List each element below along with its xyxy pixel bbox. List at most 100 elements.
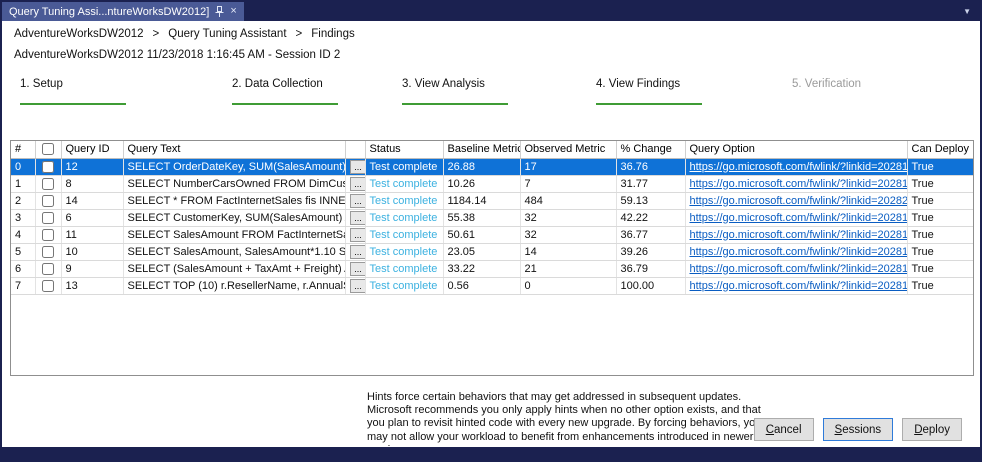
qta-window: Query Tuning Assi...ntureWorksDW2012] × … bbox=[0, 0, 982, 462]
query-id-cell: 10 bbox=[61, 243, 123, 260]
query-text-expand-cell: ... bbox=[345, 209, 365, 226]
wizard-step: 5. Verification bbox=[792, 78, 861, 90]
expand-query-button[interactable]: ... bbox=[350, 279, 366, 293]
query-text-expand-cell: ... bbox=[345, 192, 365, 209]
column-header-status[interactable]: Status bbox=[365, 141, 443, 158]
query-option-link[interactable]: https://go.microsoft.com/fwlink/?linkid=… bbox=[690, 212, 908, 224]
column-header-1[interactable] bbox=[35, 141, 61, 158]
status-cell: Test complete bbox=[365, 243, 443, 260]
row-checkbox[interactable] bbox=[42, 246, 54, 258]
document-tab[interactable]: Query Tuning Assi...ntureWorksDW2012] × bbox=[2, 2, 244, 21]
wizard-step: 2. Data Collection bbox=[232, 78, 338, 105]
row-checkbox[interactable] bbox=[42, 178, 54, 190]
query-option-link[interactable]: https://go.microsoft.com/fwlink/?linkid=… bbox=[690, 246, 908, 258]
query-option-cell: https://go.microsoft.com/fwlink/?linkid=… bbox=[685, 260, 907, 277]
row-checkbox-cell bbox=[35, 277, 61, 294]
table-row[interactable]: 36SELECT CustomerKey, SUM(SalesAmount) A… bbox=[11, 209, 973, 226]
status-cell: Test complete bbox=[365, 175, 443, 192]
query-text-cell: SELECT (SalesAmount + TaxAmt + Freight) … bbox=[123, 260, 345, 277]
row-checkbox[interactable] bbox=[42, 195, 54, 207]
table-row[interactable]: 411SELECT SalesAmount FROM FactInternetS… bbox=[11, 226, 973, 243]
can-deploy-cell: True bbox=[907, 192, 973, 209]
query-option-cell: https://go.microsoft.com/fwlink/?linkid=… bbox=[685, 209, 907, 226]
pin-icon[interactable] bbox=[215, 6, 224, 17]
observed-metric-cell: 484 bbox=[520, 192, 616, 209]
wizard-step-underline bbox=[20, 103, 126, 105]
percent-change-cell: 31.77 bbox=[616, 175, 685, 192]
expand-query-button[interactable]: ... bbox=[350, 262, 366, 276]
sessions-button[interactable]: Sessions bbox=[823, 418, 894, 441]
breadcrumb-item[interactable]: AdventureWorksDW2012 bbox=[14, 28, 144, 40]
close-icon[interactable]: × bbox=[230, 6, 236, 17]
percent-change-cell: 42.22 bbox=[616, 209, 685, 226]
percent-change-cell: 36.76 bbox=[616, 158, 685, 175]
row-checkbox[interactable] bbox=[42, 263, 54, 275]
row-index-cell: 6 bbox=[11, 260, 35, 277]
expand-query-button[interactable]: ... bbox=[350, 228, 366, 242]
steps: 1. Setup 2. Data Collection 3. View Analys… bbox=[14, 78, 968, 112]
status-cell: Test complete bbox=[365, 277, 443, 294]
cancel-button[interactable]: Cancel bbox=[754, 418, 814, 441]
column-header--[interactable]: # bbox=[11, 141, 35, 158]
query-option-link[interactable]: https://go.microsoft.com/fwlink/?linkid=… bbox=[690, 229, 908, 241]
query-option-link[interactable]: https://go.microsoft.com/fwlink/?linkid=… bbox=[690, 161, 908, 173]
column-header-query-id[interactable]: Query ID bbox=[61, 141, 123, 158]
observed-metric-cell: 14 bbox=[520, 243, 616, 260]
expand-query-button[interactable]: ... bbox=[350, 245, 366, 259]
status-cell: Test complete bbox=[365, 226, 443, 243]
query-text-cell: SELECT OrderDateKey, SUM(SalesAmount) AS… bbox=[123, 158, 345, 175]
query-option-link[interactable]: https://go.microsoft.com/fwlink/?linkid=… bbox=[690, 280, 908, 292]
query-option-link[interactable]: https://go.microsoft.com/fwlink/?linkid=… bbox=[690, 263, 908, 275]
expand-query-button[interactable]: ... bbox=[350, 194, 366, 208]
status-cell: Test complete bbox=[365, 192, 443, 209]
query-text-expand-cell: ... bbox=[345, 260, 365, 277]
column-header-observed-metric[interactable]: Observed Metric bbox=[520, 141, 616, 158]
baseline-metric-cell: 50.61 bbox=[443, 226, 520, 243]
expand-query-button[interactable]: ... bbox=[350, 211, 366, 225]
query-option-link[interactable]: https://go.microsoft.com/fwlink/?linkid=… bbox=[690, 178, 908, 190]
query-option-link[interactable]: https://go.microsoft.com/fwlink/?linkid=… bbox=[690, 195, 908, 207]
breadcrumb-item[interactable]: Findings bbox=[311, 28, 354, 40]
row-checkbox[interactable] bbox=[42, 212, 54, 224]
status-cell: Test complete bbox=[365, 158, 443, 175]
status-cell: Test complete bbox=[365, 209, 443, 226]
table-row[interactable]: 713SELECT TOP (10) r.ResellerName, r.Ann… bbox=[11, 277, 973, 294]
column-header-query-text[interactable]: Query Text bbox=[123, 141, 345, 158]
percent-change-cell: 36.77 bbox=[616, 226, 685, 243]
query-text-cell: SELECT SalesAmount, SalesAmount*1.10 Sal… bbox=[123, 243, 345, 260]
table-row[interactable]: 214SELECT * FROM FactInternetSales fis I… bbox=[11, 192, 973, 209]
table-row[interactable]: 510SELECT SalesAmount, SalesAmount*1.10 … bbox=[11, 243, 973, 260]
query-text-expand-cell: ... bbox=[345, 175, 365, 192]
column-header--change[interactable]: % Change bbox=[616, 141, 685, 158]
table-row[interactable]: 012SELECT OrderDateKey, SUM(SalesAmount)… bbox=[11, 158, 973, 175]
breadcrumb: AdventureWorksDW2012 > Query Tuning Assist… bbox=[14, 28, 355, 40]
breadcrumb-separator: > bbox=[296, 28, 303, 40]
breadcrumb-item[interactable]: Query Tuning Assistant bbox=[168, 28, 286, 40]
column-header-4[interactable] bbox=[345, 141, 365, 158]
can-deploy-cell: True bbox=[907, 277, 973, 294]
row-checkbox[interactable] bbox=[42, 229, 54, 241]
findings-grid: # Query IDQuery Text StatusBaseline Metric… bbox=[10, 140, 974, 376]
wizard-step-label: 1. Setup bbox=[20, 78, 63, 90]
row-checkbox[interactable] bbox=[42, 280, 54, 292]
tab-list-caret-icon[interactable]: ▼ bbox=[963, 2, 980, 21]
column-header-baseline-metric[interactable]: Baseline Metric bbox=[443, 141, 520, 158]
expand-query-button[interactable]: ... bbox=[350, 160, 366, 174]
percent-change-cell: 36.79 bbox=[616, 260, 685, 277]
row-checkbox[interactable] bbox=[42, 161, 54, 173]
table-row[interactable]: 69SELECT (SalesAmount + TaxAmt + Freight… bbox=[11, 260, 973, 277]
row-index-cell: 3 bbox=[11, 209, 35, 226]
column-header-query-option[interactable]: Query Option bbox=[685, 141, 907, 158]
table-row[interactable]: 18SELECT NumberCarsOwned FROM DimCustom.… bbox=[11, 175, 973, 192]
findings-table: # Query IDQuery Text StatusBaseline Metric… bbox=[11, 141, 973, 295]
row-index-cell: 1 bbox=[11, 175, 35, 192]
column-header-can-deploy[interactable]: Can Deploy bbox=[907, 141, 973, 158]
wizard-step-label: 3. View Analysis bbox=[402, 78, 485, 90]
select-all-checkbox[interactable] bbox=[42, 143, 54, 155]
expand-query-button[interactable]: ... bbox=[350, 177, 366, 191]
wizard-step-underline bbox=[402, 103, 508, 105]
deploy-button[interactable]: Deploy bbox=[902, 418, 962, 441]
percent-change-cell: 100.00 bbox=[616, 277, 685, 294]
wizard-step-label: 5. Verification bbox=[792, 78, 861, 90]
wizard-step-label: 2. Data Collection bbox=[232, 78, 323, 90]
